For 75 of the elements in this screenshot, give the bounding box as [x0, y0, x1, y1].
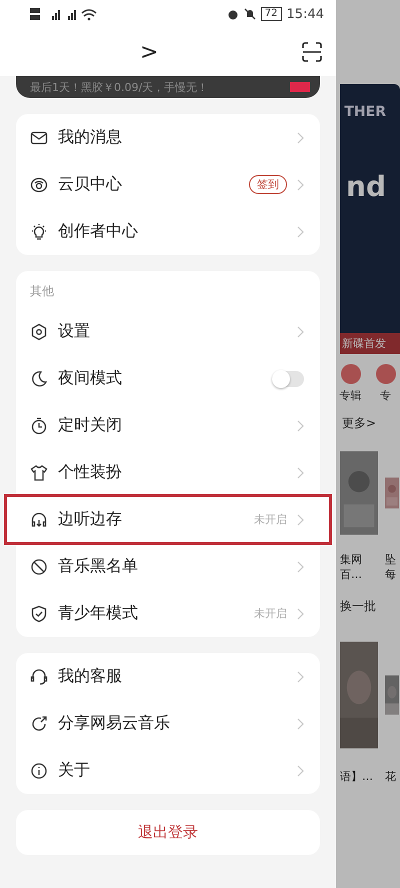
card-title[interactable]: 集网 百…: [340, 552, 378, 582]
menu-item[interactable]: 分享网易云音乐: [16, 700, 320, 747]
menu-item[interactable]: 我的消息: [16, 114, 320, 161]
chevron-icon: [297, 326, 304, 338]
menu-label: 云贝中心: [58, 174, 122, 195]
shortcut-icon[interactable]: [340, 364, 360, 384]
status-time: 15:44: [286, 6, 324, 22]
card-title[interactable]: 语】…: [340, 769, 378, 784]
gear-icon: [30, 322, 48, 340]
menu-item[interactable]: 云贝中心 签到: [16, 161, 320, 208]
chevron-icon: [297, 670, 304, 682]
menu-label: 青少年模式: [58, 603, 138, 624]
ban-icon: [30, 558, 48, 576]
card-title[interactable]: 坠 每: [385, 552, 399, 582]
album-text: nd: [346, 170, 386, 203]
headphone-icon: [30, 510, 48, 528]
status-text: 未开启: [254, 606, 287, 621]
refresh-link[interactable]: 换一批: [340, 598, 400, 615]
menu-label: 分享网易云音乐: [58, 713, 170, 734]
moon-icon: [30, 370, 48, 388]
scan-icon[interactable]: [302, 42, 322, 62]
chevron-icon: [297, 764, 304, 776]
logout-button[interactable]: 退出登录: [16, 810, 320, 855]
share-icon: [30, 714, 48, 732]
shortcut-label[interactable]: 专辑: [340, 388, 362, 403]
menu-label: 关于: [58, 760, 90, 781]
battery-level: 72: [260, 7, 282, 21]
mute-bell-icon: [244, 8, 256, 20]
menu-label: 音乐黑名单: [58, 556, 138, 577]
chevron-icon: [297, 466, 304, 478]
menu-item[interactable]: 关于: [16, 747, 320, 794]
menu-label: 我的客服: [58, 666, 122, 687]
menu-label: 定时关闭: [58, 415, 122, 436]
more-link[interactable]: 更多>: [342, 415, 400, 432]
chevron-icon: [297, 226, 304, 238]
chevron-icon: [297, 420, 304, 432]
chevron-icon: [297, 608, 304, 620]
menu-item[interactable]: 音乐黑名单: [16, 543, 320, 590]
menu-label: 我的消息: [58, 127, 122, 148]
menu-label: 创作者中心: [58, 221, 138, 242]
bulb-icon: [30, 222, 48, 240]
shortcut-icon[interactable]: [376, 364, 396, 384]
album-text: THER: [344, 104, 386, 120]
timer-icon: [30, 416, 48, 434]
section-heading: 其他: [29, 283, 55, 300]
menu-item[interactable]: 青少年模式 未开启: [16, 590, 320, 637]
banner-text: 最后1天！黑胶￥0.09/天，手慢无！: [30, 80, 208, 94]
album-caption: 新碟首发: [340, 333, 400, 354]
sign-in-badge[interactable]: 签到: [249, 175, 287, 194]
menu-item[interactable]: 边听边存 未开启: [6, 496, 330, 543]
chevron-icon: [297, 178, 304, 190]
menu-item[interactable]: 个性装扮: [16, 449, 320, 496]
shortcut-label[interactable]: 专: [380, 388, 391, 403]
menu-label: 夜间模式: [58, 368, 122, 389]
menu-label: 边听边存: [58, 509, 122, 530]
chevron-icon: [297, 560, 304, 572]
shirt-icon: [30, 464, 48, 482]
info-icon: [30, 762, 48, 780]
shield-icon: [30, 604, 48, 622]
toggle-switch[interactable]: [272, 370, 304, 386]
status-text: 未开启: [254, 512, 287, 527]
chevron-icon: [297, 132, 304, 144]
menu-item[interactable]: 我的客服: [16, 653, 320, 700]
menu-item[interactable]: 夜间模式: [16, 355, 320, 402]
menu-label: 个性装扮: [58, 462, 122, 483]
headset-icon: [30, 668, 48, 686]
chevron-icon: [297, 514, 304, 526]
profile-chevron[interactable]: >: [140, 40, 158, 64]
album-card[interactable]: THER nd 新碟首发: [340, 84, 400, 354]
menu-item[interactable]: 创作者中心: [16, 208, 320, 255]
menu-item[interactable]: 设置: [16, 308, 320, 355]
chevron-icon: [297, 718, 304, 730]
menu-item[interactable]: 定时关闭: [16, 402, 320, 449]
card-title[interactable]: 花: [385, 769, 399, 784]
menu-label: 设置: [58, 321, 90, 342]
